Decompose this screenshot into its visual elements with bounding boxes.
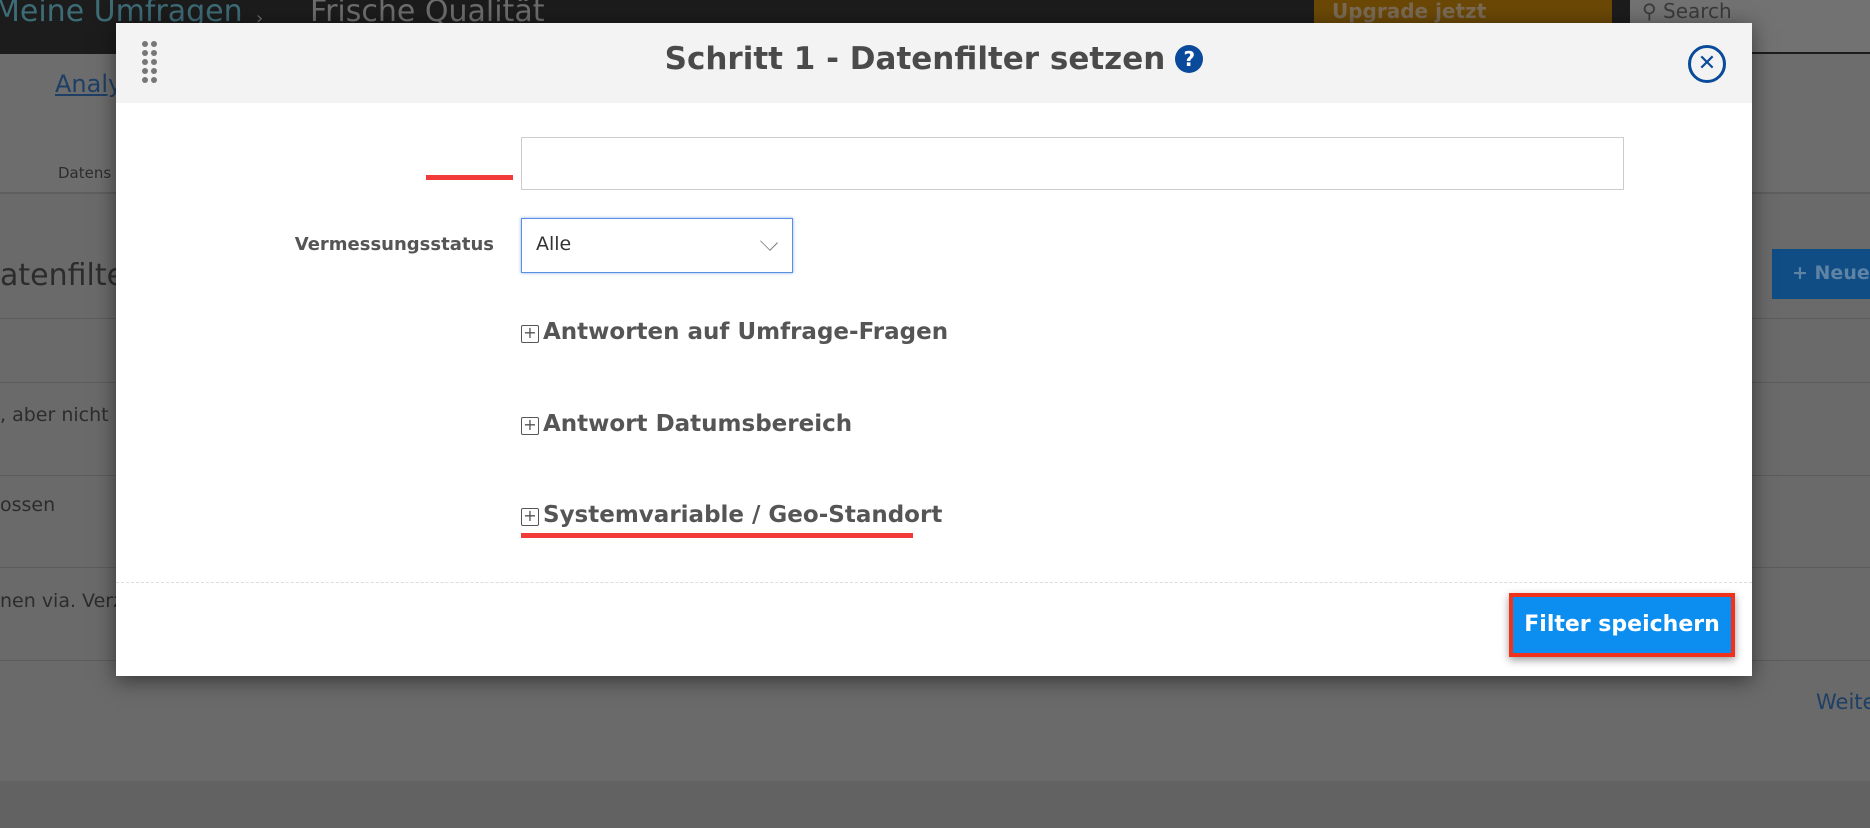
section-label: Antwort Datumsbereich — [543, 411, 853, 437]
new-filter-button[interactable]: + Neue — [1772, 249, 1870, 299]
filter-dialog: Schritt 1 - Datenfilter setzen? ✕ Name V… — [116, 23, 1752, 676]
chevron-down-icon — [760, 233, 778, 251]
tab-analysis[interactable]: Analy — [55, 70, 122, 98]
footer-area — [0, 781, 1870, 828]
question-circle-icon[interactable]: ? — [1175, 45, 1204, 73]
page-title: atenfilte — [0, 258, 126, 293]
section-label: Antworten auf Umfrage-Fragen — [543, 319, 949, 345]
section-label: Systemvariable / Geo-Standort — [543, 502, 943, 528]
tab-datasets[interactable]: Datens — [58, 164, 111, 182]
status-select[interactable]: Alle — [521, 218, 793, 273]
table-row: ossen — [0, 494, 56, 516]
footer-divider — [116, 582, 1752, 583]
search-placeholder: Search — [1663, 0, 1732, 23]
plus-square-icon: + — [521, 417, 539, 435]
section-survey-answers[interactable]: + Antworten auf Umfrage-Fragen — [521, 319, 948, 345]
dialog-title-text: Schritt 1 - Datenfilter setzen — [664, 41, 1166, 77]
highlight-underline — [521, 533, 913, 538]
table-row: , aber nicht — [0, 404, 109, 426]
section-system-variable[interactable]: + Systemvariable / Geo-Standort — [521, 502, 942, 528]
section-date-range[interactable]: + Antwort Datumsbereich — [521, 411, 852, 437]
table-row: nen via. Verz — [0, 590, 124, 612]
close-circle-icon[interactable]: ✕ — [1688, 45, 1726, 83]
search-icon: ⚲ — [1642, 0, 1664, 23]
more-link[interactable]: Weite — [1816, 690, 1870, 714]
plus-square-icon: + — [521, 508, 539, 526]
plus-square-icon: + — [521, 325, 539, 343]
status-select-value: Alle — [536, 233, 572, 255]
dialog-title: Schritt 1 - Datenfilter setzen? — [116, 41, 1752, 77]
highlight-underline — [426, 175, 513, 180]
save-filter-button[interactable]: Filter speichern — [1509, 593, 1735, 657]
dialog-header: Schritt 1 - Datenfilter setzen? ✕ — [116, 23, 1752, 103]
name-input[interactable] — [521, 137, 1624, 190]
status-label: Vermessungsstatus — [294, 234, 494, 255]
